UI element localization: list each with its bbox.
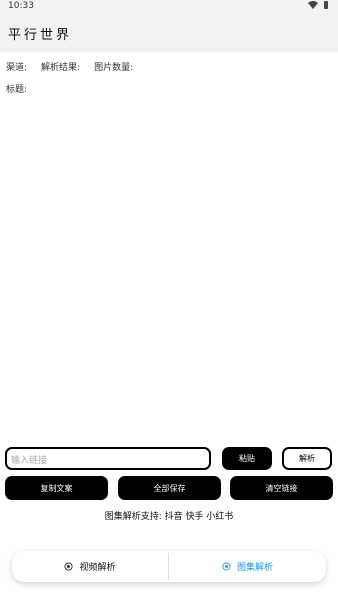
parse-button[interactable]: 解析 <box>282 447 332 470</box>
nav-video-parse[interactable]: 视频解析 <box>12 551 168 582</box>
nav-video-parse-label: 视频解析 <box>79 563 116 573</box>
status-time: 10:33 <box>8 1 34 11</box>
nav-gallery-parse[interactable]: 图集解析 <box>169 551 326 582</box>
status-bar: 10:33 <box>0 0 338 14</box>
paste-button[interactable]: 粘贴 <box>222 447 272 470</box>
parse-info-row: 渠道: 解析结果: 图片数量: <box>6 60 133 73</box>
gallery-parse-icon <box>222 562 231 571</box>
title-row: 标题: <box>6 82 27 95</box>
wifi-icon <box>308 1 318 9</box>
title-label: 标题: <box>6 85 28 95</box>
image-count-label: 图片数量: <box>94 63 134 73</box>
video-parse-icon <box>64 562 74 571</box>
save-all-button[interactable]: 全部保存 <box>118 476 221 500</box>
page-title: 平行世界 <box>8 28 73 43</box>
app-bar: 平行世界 <box>0 14 338 52</box>
link-input[interactable]: 输入链接 <box>5 447 211 470</box>
result-label: 解析结果: <box>41 63 81 73</box>
link-input-placeholder: 输入链接 <box>11 456 48 466</box>
nav-gallery-parse-label: 图集解析 <box>236 563 273 573</box>
status-icons <box>308 1 328 9</box>
battery-icon <box>324 1 328 9</box>
bottom-nav: 视频解析 图集解析 <box>12 551 326 582</box>
channel-label: 渠道: <box>6 63 28 73</box>
copy-text-button[interactable]: 复制文案 <box>5 476 108 500</box>
clear-link-button[interactable]: 清空链接 <box>230 476 333 500</box>
support-text: 图集解析支持: 抖音 快手 小红书 <box>104 512 234 522</box>
